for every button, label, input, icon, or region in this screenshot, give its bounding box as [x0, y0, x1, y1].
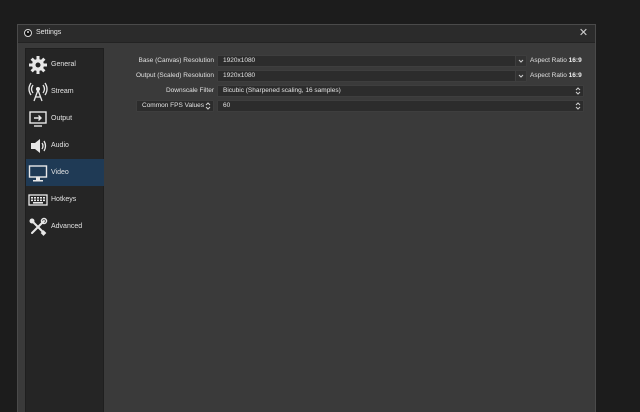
sidebar-item-label: Video [51, 169, 69, 176]
speaker-icon [31, 139, 47, 153]
keyboard-icon [28, 194, 48, 206]
output-resolution-label: Output (Scaled) Resolution [135, 72, 214, 79]
sidebar-item-general[interactable]: General [26, 51, 104, 78]
base-resolution-value: 1920x1080 [223, 57, 256, 64]
output-resolution-value: 1920x1080 [223, 72, 256, 79]
sidebar-item-label: Advanced [51, 223, 83, 230]
downscale-filter-label: Downscale Filter [165, 87, 214, 94]
aspect-ratio-value: 16:9 [568, 57, 582, 64]
aspect-ratio-label: Aspect Ratio [530, 72, 567, 79]
sidebar-item-label: Output [51, 115, 73, 122]
chevron-down-icon [515, 56, 526, 66]
output-resolution-combo[interactable]: 1920x1080 [217, 70, 527, 82]
sidebar-item-audio[interactable]: Audio [26, 132, 104, 159]
settings-sidebar: General Stream Output Audio Video Hotkey… [25, 48, 104, 412]
sidebar-item-hotkeys[interactable]: Hotkeys [26, 186, 104, 213]
sidebar-item-output[interactable]: Output [26, 105, 104, 132]
fps-value-select[interactable]: 60 [217, 100, 584, 112]
title-bar[interactable]: Settings ✕ [18, 25, 595, 43]
downscale-filter-value: Bicubic (Sharpened scaling, 16 samples) [223, 87, 341, 94]
downscale-filter-select[interactable]: Bicubic (Sharpened scaling, 16 samples) [217, 85, 584, 97]
base-resolution-label: Base (Canvas) Resolution [138, 57, 214, 64]
sidebar-item-video[interactable]: Video [26, 159, 104, 186]
tools-icon [29, 217, 48, 236]
aspect-ratio-value: 16:9 [568, 72, 582, 79]
close-button[interactable]: ✕ [576, 26, 591, 41]
output-aspect-ratio: Aspect Ratio 16:9 [530, 70, 582, 82]
obs-logo-icon [24, 29, 32, 37]
fps-type-value: Common FPS Values [142, 102, 205, 109]
fps-value: 60 [223, 102, 231, 109]
broadcast-antenna-icon [28, 82, 48, 102]
up-down-arrows-icon [205, 102, 211, 110]
sidebar-item-label: Hotkeys [51, 196, 77, 203]
fps-type-select[interactable]: Common FPS Values [136, 100, 214, 112]
window-title: Settings [36, 29, 62, 36]
aspect-ratio-label: Aspect Ratio [530, 57, 567, 64]
up-down-arrows-icon [575, 87, 581, 95]
sidebar-item-label: General [51, 61, 76, 68]
up-down-arrows-icon [575, 102, 581, 110]
sidebar-item-label: Stream [51, 88, 74, 95]
output-icon [29, 111, 47, 127]
video-settings-panel: Base (Canvas) Resolution 1920x1080 Aspec… [106, 48, 595, 412]
sidebar-item-label: Audio [51, 142, 69, 149]
base-resolution-combo[interactable]: 1920x1080 [217, 55, 527, 67]
monitor-icon [28, 165, 48, 182]
gear-icon [29, 56, 47, 74]
settings-window: Settings ✕ General Stream Output Audio V… [17, 24, 596, 412]
sidebar-item-advanced[interactable]: Advanced [26, 213, 104, 240]
chevron-down-icon [515, 71, 526, 81]
base-aspect-ratio: Aspect Ratio 16:9 [530, 55, 582, 67]
sidebar-item-stream[interactable]: Stream [26, 78, 104, 105]
